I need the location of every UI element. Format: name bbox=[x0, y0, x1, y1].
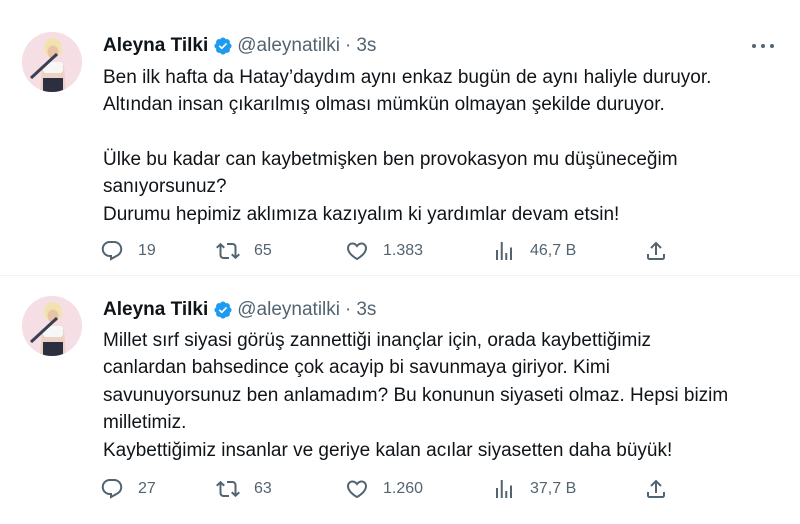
tweet-line: Ben ilk hafta da Hatay’daydım aynı enkaz… bbox=[103, 67, 712, 88]
timestamp[interactable]: 3s bbox=[356, 35, 376, 57]
separator-dot: · bbox=[344, 35, 352, 56]
tweet-text: Ben ilk hafta da Hatay’daydım aynı enkaz… bbox=[103, 64, 783, 228]
tweet-text: Millet sırf siyasi görüş zannettiği inan… bbox=[103, 327, 783, 464]
share-button[interactable] bbox=[644, 236, 682, 266]
views-button[interactable]: 46,7 B bbox=[492, 236, 576, 266]
reply-icon bbox=[101, 241, 123, 261]
share-icon bbox=[647, 241, 665, 260]
tweet-line: Durumu hepimiz aklımıza kazıyalım ki yar… bbox=[103, 203, 620, 225]
like-count: 1.383 bbox=[383, 242, 424, 259]
display-name[interactable]: Aleyna Tilki bbox=[103, 35, 208, 57]
tweet-line: Ülke bu kadar can kaybetmişken ben provo… bbox=[103, 148, 678, 170]
share-icon bbox=[647, 479, 665, 498]
retweet-icon bbox=[216, 480, 240, 498]
more-dots-icon[interactable] bbox=[752, 36, 774, 56]
reply-count: 19 bbox=[138, 242, 156, 259]
like-count: 1.260 bbox=[383, 480, 424, 497]
tweet-line: Altından insan çıkarılmış olması mümkün … bbox=[103, 94, 665, 116]
views-chart-icon bbox=[496, 242, 512, 260]
like-button[interactable]: 1.383 bbox=[345, 236, 423, 266]
tweet-line: sanıyorsunuz? bbox=[103, 176, 227, 198]
reply-icon bbox=[101, 479, 123, 499]
retweet-count: 65 bbox=[254, 242, 272, 259]
views-count: 46,7 B bbox=[530, 242, 577, 259]
tweet-line: Millet sırf siyasi görüş zannettiği inan… bbox=[103, 330, 652, 351]
retweet-button[interactable]: 65 bbox=[216, 236, 272, 266]
verified-badge-icon bbox=[213, 36, 233, 56]
display-name[interactable]: Aleyna Tilki bbox=[103, 299, 208, 321]
tweet[interactable]: Aleyna Tilki @aleynatilki · 3s Ben ilk h… bbox=[0, 0, 800, 275]
share-button[interactable] bbox=[644, 474, 682, 504]
heart-icon bbox=[346, 480, 368, 499]
retweet-button[interactable]: 63 bbox=[216, 474, 272, 504]
tweet-actions: 19 65 1.383 46,7 B bbox=[100, 236, 680, 266]
retweet-count: 63 bbox=[254, 480, 272, 497]
verified-badge-icon bbox=[213, 300, 233, 320]
retweet-icon bbox=[216, 242, 240, 260]
timestamp[interactable]: 3s bbox=[356, 299, 376, 321]
like-button[interactable]: 1.260 bbox=[345, 474, 423, 504]
tweet-line: Kaybettiğimiz insanlar ve geriye kalan a… bbox=[103, 439, 673, 461]
separator-dot: · bbox=[344, 299, 352, 320]
tweet[interactable]: Aleyna Tilki @aleynatilki · 3s Millet sı… bbox=[0, 276, 800, 524]
tweet-actions: 27 63 1.260 37,7 B bbox=[100, 474, 680, 504]
heart-icon bbox=[346, 242, 368, 261]
views-count: 37,7 B bbox=[530, 480, 577, 497]
avatar[interactable] bbox=[22, 32, 82, 92]
views-button[interactable]: 37,7 B bbox=[492, 474, 576, 504]
reply-button[interactable]: 19 bbox=[100, 236, 156, 266]
user-handle[interactable]: @aleynatilki bbox=[237, 299, 340, 321]
user-handle[interactable]: @aleynatilki bbox=[237, 35, 340, 57]
tweet-line: canlardan bahsedince çok acayip bi savun… bbox=[103, 357, 610, 379]
tweet-header: Aleyna Tilki @aleynatilki · 3s bbox=[103, 296, 376, 324]
avatar[interactable] bbox=[22, 296, 82, 356]
tweet-header: Aleyna Tilki @aleynatilki · 3s bbox=[103, 32, 376, 60]
views-chart-icon bbox=[496, 480, 512, 498]
reply-button[interactable]: 27 bbox=[100, 474, 156, 504]
tweet-line: savunuyorsunuz ben anlamadım? Bu konunun… bbox=[103, 384, 729, 406]
tweet-line: milletimiz. bbox=[103, 412, 187, 434]
reply-count: 27 bbox=[138, 480, 156, 497]
